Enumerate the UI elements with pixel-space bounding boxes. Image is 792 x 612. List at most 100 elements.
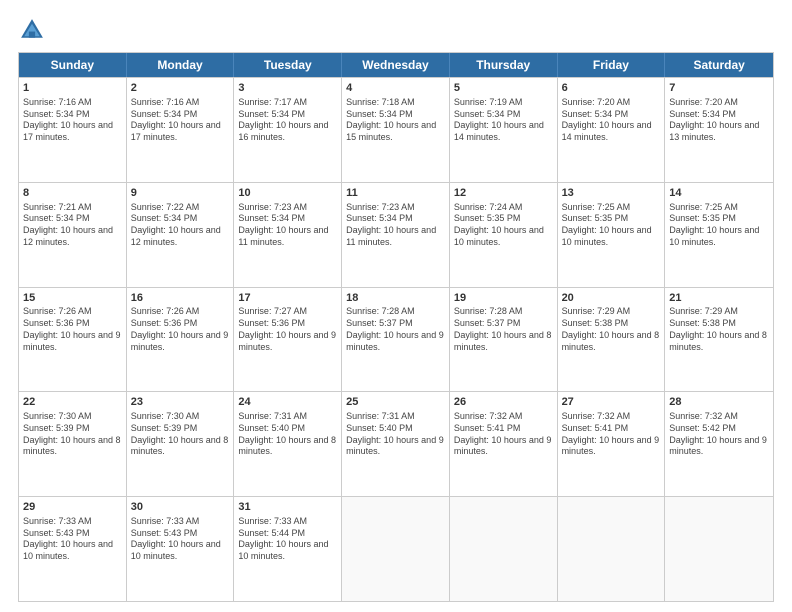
day-info: Sunrise: 7:19 AM Sunset: 5:34 PM Dayligh… [454, 97, 553, 144]
day-info: Sunrise: 7:16 AM Sunset: 5:34 PM Dayligh… [131, 97, 230, 144]
calendar-body: 1 Sunrise: 7:16 AM Sunset: 5:34 PM Dayli… [19, 77, 773, 601]
day-number: 23 [131, 395, 230, 410]
calendar-cell: 23 Sunrise: 7:30 AM Sunset: 5:39 PM Dayl… [127, 392, 235, 496]
cal-header-day: Sunday [19, 53, 127, 77]
day-info: Sunrise: 7:30 AM Sunset: 5:39 PM Dayligh… [131, 411, 230, 458]
day-number: 16 [131, 291, 230, 306]
calendar-cell [558, 497, 666, 601]
day-number: 21 [669, 291, 769, 306]
cal-header-day: Friday [558, 53, 666, 77]
day-info: Sunrise: 7:29 AM Sunset: 5:38 PM Dayligh… [562, 306, 661, 353]
day-info: Sunrise: 7:31 AM Sunset: 5:40 PM Dayligh… [346, 411, 445, 458]
day-info: Sunrise: 7:33 AM Sunset: 5:43 PM Dayligh… [23, 516, 122, 563]
day-info: Sunrise: 7:23 AM Sunset: 5:34 PM Dayligh… [346, 202, 445, 249]
day-info: Sunrise: 7:16 AM Sunset: 5:34 PM Dayligh… [23, 97, 122, 144]
day-number: 24 [238, 395, 337, 410]
cal-header-day: Tuesday [234, 53, 342, 77]
calendar-cell: 3 Sunrise: 7:17 AM Sunset: 5:34 PM Dayli… [234, 78, 342, 182]
day-info: Sunrise: 7:23 AM Sunset: 5:34 PM Dayligh… [238, 202, 337, 249]
calendar-cell [342, 497, 450, 601]
day-info: Sunrise: 7:20 AM Sunset: 5:34 PM Dayligh… [562, 97, 661, 144]
day-info: Sunrise: 7:17 AM Sunset: 5:34 PM Dayligh… [238, 97, 337, 144]
day-number: 22 [23, 395, 122, 410]
calendar-cell: 11 Sunrise: 7:23 AM Sunset: 5:34 PM Dayl… [342, 183, 450, 287]
day-info: Sunrise: 7:29 AM Sunset: 5:38 PM Dayligh… [669, 306, 769, 353]
day-info: Sunrise: 7:21 AM Sunset: 5:34 PM Dayligh… [23, 202, 122, 249]
day-number: 26 [454, 395, 553, 410]
calendar-week-row: 15 Sunrise: 7:26 AM Sunset: 5:36 PM Dayl… [19, 287, 773, 392]
calendar-cell: 21 Sunrise: 7:29 AM Sunset: 5:38 PM Dayl… [665, 288, 773, 392]
calendar-cell: 7 Sunrise: 7:20 AM Sunset: 5:34 PM Dayli… [665, 78, 773, 182]
day-info: Sunrise: 7:26 AM Sunset: 5:36 PM Dayligh… [131, 306, 230, 353]
day-number: 12 [454, 186, 553, 201]
day-number: 28 [669, 395, 769, 410]
day-info: Sunrise: 7:30 AM Sunset: 5:39 PM Dayligh… [23, 411, 122, 458]
day-number: 17 [238, 291, 337, 306]
day-info: Sunrise: 7:24 AM Sunset: 5:35 PM Dayligh… [454, 202, 553, 249]
calendar-cell: 29 Sunrise: 7:33 AM Sunset: 5:43 PM Dayl… [19, 497, 127, 601]
calendar-cell [450, 497, 558, 601]
calendar-cell: 8 Sunrise: 7:21 AM Sunset: 5:34 PM Dayli… [19, 183, 127, 287]
calendar-page: SundayMondayTuesdayWednesdayThursdayFrid… [0, 0, 792, 612]
day-info: Sunrise: 7:20 AM Sunset: 5:34 PM Dayligh… [669, 97, 769, 144]
day-number: 4 [346, 81, 445, 96]
day-info: Sunrise: 7:32 AM Sunset: 5:41 PM Dayligh… [454, 411, 553, 458]
day-number: 15 [23, 291, 122, 306]
day-info: Sunrise: 7:26 AM Sunset: 5:36 PM Dayligh… [23, 306, 122, 353]
calendar-week-row: 22 Sunrise: 7:30 AM Sunset: 5:39 PM Dayl… [19, 391, 773, 496]
calendar-cell: 5 Sunrise: 7:19 AM Sunset: 5:34 PM Dayli… [450, 78, 558, 182]
day-number: 7 [669, 81, 769, 96]
calendar-week-row: 8 Sunrise: 7:21 AM Sunset: 5:34 PM Dayli… [19, 182, 773, 287]
calendar-cell: 20 Sunrise: 7:29 AM Sunset: 5:38 PM Dayl… [558, 288, 666, 392]
cal-header-day: Wednesday [342, 53, 450, 77]
day-number: 18 [346, 291, 445, 306]
cal-header-day: Monday [127, 53, 235, 77]
day-info: Sunrise: 7:25 AM Sunset: 5:35 PM Dayligh… [669, 202, 769, 249]
day-number: 25 [346, 395, 445, 410]
day-number: 11 [346, 186, 445, 201]
day-number: 20 [562, 291, 661, 306]
logo [18, 16, 50, 44]
calendar-week-row: 29 Sunrise: 7:33 AM Sunset: 5:43 PM Dayl… [19, 496, 773, 601]
day-number: 8 [23, 186, 122, 201]
day-number: 29 [23, 500, 122, 515]
day-number: 13 [562, 186, 661, 201]
calendar-cell: 25 Sunrise: 7:31 AM Sunset: 5:40 PM Dayl… [342, 392, 450, 496]
calendar-cell: 6 Sunrise: 7:20 AM Sunset: 5:34 PM Dayli… [558, 78, 666, 182]
calendar-cell: 9 Sunrise: 7:22 AM Sunset: 5:34 PM Dayli… [127, 183, 235, 287]
calendar-cell: 30 Sunrise: 7:33 AM Sunset: 5:43 PM Dayl… [127, 497, 235, 601]
day-number: 19 [454, 291, 553, 306]
calendar-cell: 28 Sunrise: 7:32 AM Sunset: 5:42 PM Dayl… [665, 392, 773, 496]
calendar-cell: 22 Sunrise: 7:30 AM Sunset: 5:39 PM Dayl… [19, 392, 127, 496]
calendar-cell: 24 Sunrise: 7:31 AM Sunset: 5:40 PM Dayl… [234, 392, 342, 496]
calendar-cell: 19 Sunrise: 7:28 AM Sunset: 5:37 PM Dayl… [450, 288, 558, 392]
day-number: 10 [238, 186, 337, 201]
calendar-cell: 2 Sunrise: 7:16 AM Sunset: 5:34 PM Dayli… [127, 78, 235, 182]
day-number: 2 [131, 81, 230, 96]
calendar-week-row: 1 Sunrise: 7:16 AM Sunset: 5:34 PM Dayli… [19, 77, 773, 182]
day-info: Sunrise: 7:32 AM Sunset: 5:42 PM Dayligh… [669, 411, 769, 458]
day-info: Sunrise: 7:28 AM Sunset: 5:37 PM Dayligh… [346, 306, 445, 353]
day-number: 30 [131, 500, 230, 515]
calendar-cell: 26 Sunrise: 7:32 AM Sunset: 5:41 PM Dayl… [450, 392, 558, 496]
calendar: SundayMondayTuesdayWednesdayThursdayFrid… [18, 52, 774, 602]
day-info: Sunrise: 7:33 AM Sunset: 5:44 PM Dayligh… [238, 516, 337, 563]
calendar-cell: 1 Sunrise: 7:16 AM Sunset: 5:34 PM Dayli… [19, 78, 127, 182]
calendar-cell: 4 Sunrise: 7:18 AM Sunset: 5:34 PM Dayli… [342, 78, 450, 182]
calendar-cell: 16 Sunrise: 7:26 AM Sunset: 5:36 PM Dayl… [127, 288, 235, 392]
calendar-header: SundayMondayTuesdayWednesdayThursdayFrid… [19, 53, 773, 77]
day-number: 14 [669, 186, 769, 201]
cal-header-day: Thursday [450, 53, 558, 77]
day-info: Sunrise: 7:27 AM Sunset: 5:36 PM Dayligh… [238, 306, 337, 353]
calendar-cell [665, 497, 773, 601]
calendar-cell: 15 Sunrise: 7:26 AM Sunset: 5:36 PM Dayl… [19, 288, 127, 392]
day-info: Sunrise: 7:25 AM Sunset: 5:35 PM Dayligh… [562, 202, 661, 249]
day-number: 5 [454, 81, 553, 96]
calendar-cell: 14 Sunrise: 7:25 AM Sunset: 5:35 PM Dayl… [665, 183, 773, 287]
calendar-cell: 13 Sunrise: 7:25 AM Sunset: 5:35 PM Dayl… [558, 183, 666, 287]
day-info: Sunrise: 7:28 AM Sunset: 5:37 PM Dayligh… [454, 306, 553, 353]
cal-header-day: Saturday [665, 53, 773, 77]
logo-icon [18, 16, 46, 44]
calendar-cell: 17 Sunrise: 7:27 AM Sunset: 5:36 PM Dayl… [234, 288, 342, 392]
day-number: 27 [562, 395, 661, 410]
